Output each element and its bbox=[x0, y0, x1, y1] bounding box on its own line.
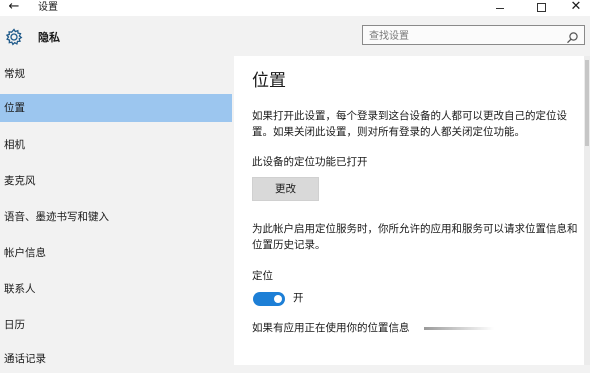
scrollbar-thumb[interactable] bbox=[585, 60, 589, 146]
toggle-state-label: 开 bbox=[293, 292, 304, 304]
back-arrow-icon[interactable]: ← bbox=[6, 0, 22, 15]
sidebar-item-camera[interactable]: 相机 bbox=[0, 131, 232, 159]
search-input[interactable] bbox=[367, 27, 563, 45]
sidebar-item-microphone[interactable]: 麦克风 bbox=[0, 167, 232, 195]
sidebar-item-location[interactable]: 位置 bbox=[0, 94, 232, 122]
location-service-description: 为此帐户启用定位服务时，你所允许的应用和服务可以请求位置信息和位置历史记录。 bbox=[252, 223, 578, 251]
location-toggle-label: 定位 bbox=[252, 270, 273, 282]
sidebar-item-speech-inking-typing[interactable]: 语音、墨迹书写和键入 bbox=[0, 203, 232, 231]
gear-icon bbox=[4, 27, 24, 47]
search-icon[interactable] bbox=[566, 29, 579, 44]
section-title: 位置 bbox=[252, 71, 286, 91]
window-title: 设置 bbox=[38, 2, 58, 13]
sidebar-item-calendar[interactable]: 日历 bbox=[0, 311, 232, 339]
minimize-button[interactable] bbox=[493, 0, 507, 14]
maximize-button[interactable] bbox=[534, 0, 548, 14]
page-title: 隐私 bbox=[38, 31, 60, 44]
location-in-use-text: 如果有应用正在使用你的位置信息 bbox=[252, 322, 410, 334]
toggle-knob bbox=[274, 295, 282, 303]
sidebar-item-account-info[interactable]: 帐户信息 bbox=[0, 239, 232, 267]
location-toggle[interactable] bbox=[253, 292, 285, 306]
change-button[interactable]: 更改 bbox=[252, 177, 319, 201]
edge-fade bbox=[512, 318, 582, 365]
device-location-status: 此设备的定位功能已打开 bbox=[252, 156, 368, 168]
sidebar-item-call-history[interactable]: 通话记录 bbox=[0, 345, 232, 373]
sidebar-item-general[interactable]: 常规 bbox=[0, 60, 232, 88]
search-box[interactable] bbox=[362, 25, 585, 45]
close-button[interactable]: ✕ bbox=[568, 0, 584, 15]
sidebar-item-contacts[interactable]: 联系人 bbox=[0, 275, 232, 303]
location-setting-description: 如果打开此设置，每个登录到这台设备的人都可以更改自己的定位设置。如果关闭此设置，… bbox=[252, 110, 567, 138]
cut-off-text-fade bbox=[424, 327, 494, 330]
